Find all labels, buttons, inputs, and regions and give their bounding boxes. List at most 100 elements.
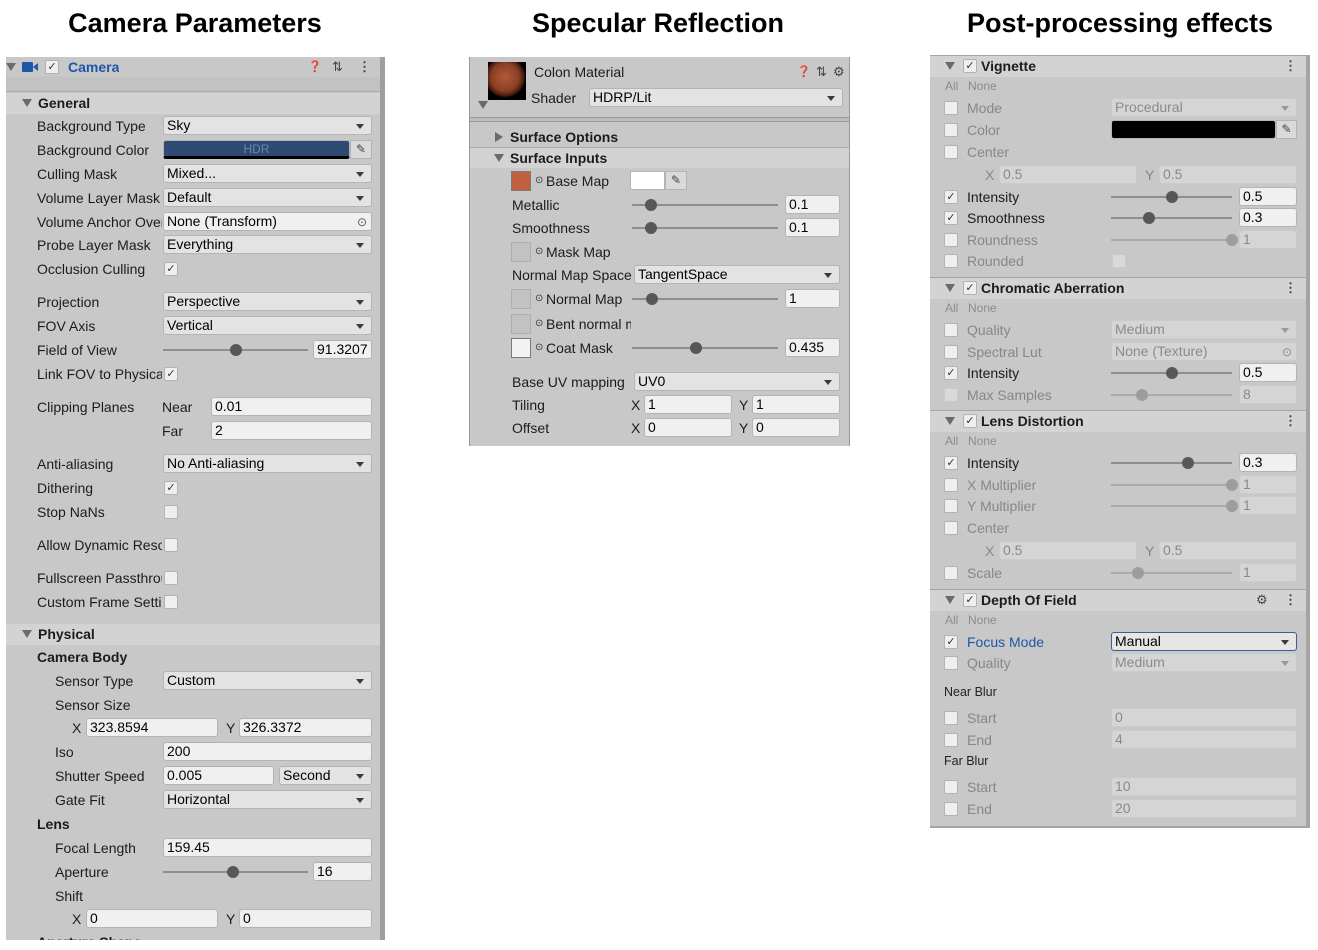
more-icon[interactable]: ⋮ [1284,59,1297,73]
effect-enabled-checkbox[interactable]: ✓ [963,593,977,607]
number-field[interactable]: 1 [1239,496,1297,515]
override-checkbox[interactable] [944,780,958,794]
override-checkbox[interactable] [944,499,958,513]
slider-thumb[interactable] [646,293,659,305]
number-field[interactable]: 0.5 [1239,363,1297,382]
color-field[interactable] [630,171,665,190]
number-field[interactable]: 8 [1239,385,1297,404]
number-field[interactable]: 0.01 [211,397,372,416]
slider-thumb[interactable] [1131,567,1144,579]
text-field[interactable]: 159.45 [163,838,372,857]
dropdown[interactable]: TangentSpace [634,265,840,284]
none-button[interactable]: None [968,299,997,317]
dropdown[interactable]: Medium [1111,653,1297,672]
more-icon[interactable]: ⋮ [1284,414,1297,428]
override-checkbox[interactable]: ✓ [944,211,958,225]
gear-icon[interactable]: ⚙ [833,65,845,79]
number-field[interactable]: 0.005 [163,766,274,785]
foldout-triangle-icon[interactable] [6,63,16,71]
override-checkbox[interactable] [944,101,958,115]
slider-thumb[interactable] [1136,389,1149,401]
component-enabled-checkbox[interactable]: ✓ [45,60,59,74]
number-field[interactable]: 10 [1111,777,1297,796]
foldout-triangle-icon[interactable] [22,630,32,638]
number-field[interactable]: 16 [313,862,372,881]
override-checkbox[interactable] [944,388,958,402]
slider-track[interactable] [1111,484,1232,486]
slider-track[interactable] [1111,572,1232,574]
foldout-triangle-icon[interactable] [945,417,955,425]
foldout-triangle-icon[interactable] [495,132,503,142]
texture-slot[interactable] [511,289,531,309]
override-checkbox[interactable] [944,233,958,247]
number-field[interactable]: 0.1 [785,195,840,214]
preset-icon[interactable]: ⇅ [816,65,827,79]
dropdown[interactable]: Mixed... [163,164,372,183]
y-field[interactable]: 1 [752,395,840,414]
override-checkbox[interactable] [944,254,958,268]
y-field[interactable]: 326.3372 [239,718,372,737]
texture-slot[interactable] [511,242,531,262]
scrollbar[interactable] [1306,55,1310,828]
number-field[interactable]: 2 [211,421,372,440]
number-field[interactable]: 0.3 [1239,453,1297,472]
foldout-triangle-icon[interactable] [945,596,955,604]
value-checkbox[interactable] [1112,254,1126,268]
y-field[interactable]: 0 [752,418,840,437]
checkbox[interactable] [164,538,178,552]
override-checkbox[interactable] [944,345,958,359]
texture-picker-icon[interactable]: ⊙ [535,175,543,187]
eyedropper-icon[interactable]: ✎ [665,171,687,190]
number-field[interactable]: 0 [1111,708,1297,727]
slider-thumb[interactable] [1182,457,1195,469]
effect-enabled-checkbox[interactable]: ✓ [963,59,977,73]
checkbox[interactable] [164,571,178,585]
number-field[interactable]: 20 [1111,799,1297,818]
override-checkbox[interactable] [944,802,958,816]
all-button[interactable]: All [945,299,958,317]
x-field[interactable]: 0 [644,418,732,437]
dropdown[interactable]: Default [163,188,372,207]
slider-track[interactable] [1111,217,1232,219]
scrollbar[interactable] [380,57,385,940]
none-button[interactable]: None [968,432,997,450]
y-field[interactable]: 0.5 [1159,541,1297,560]
foldout-triangle-icon[interactable] [494,154,504,162]
number-field[interactable]: 0.435 [785,338,840,357]
number-field[interactable]: 0.3 [1239,208,1297,227]
effect-enabled-checkbox[interactable]: ✓ [963,281,977,295]
override-checkbox[interactable]: ✓ [944,190,958,204]
preset-icon[interactable]: ⇅ [332,60,343,74]
override-checkbox[interactable]: ✓ [944,635,958,649]
slider-thumb[interactable] [1226,479,1238,491]
slider-thumb[interactable] [1142,212,1155,224]
all-button[interactable]: All [945,611,958,629]
more-icon[interactable]: ⋮ [1284,593,1297,607]
override-checkbox[interactable] [944,521,958,535]
texture-slot[interactable] [511,314,531,334]
number-field[interactable]: 0.1 [785,218,840,237]
override-checkbox[interactable] [944,123,958,137]
slider-thumb[interactable] [689,342,702,354]
slider-thumb[interactable] [644,199,657,211]
eyedropper-icon[interactable]: ✎ [350,140,372,159]
checkbox[interactable]: ✓ [164,481,178,495]
slider-thumb[interactable] [644,222,657,234]
help-icon[interactable]: ❓ [308,60,322,74]
override-checkbox[interactable] [944,711,958,725]
texture-picker-icon[interactable]: ⊙ [535,318,543,330]
x-field[interactable]: 0 [86,909,218,928]
texture-slot[interactable] [511,338,531,358]
object-picker-icon[interactable]: ⊙ [1282,344,1292,360]
dropdown[interactable]: Sky [163,116,372,135]
object-picker-icon[interactable]: ⊙ [357,214,367,230]
foldout-triangle-icon[interactable] [945,284,955,292]
override-checkbox[interactable]: ✓ [944,366,958,380]
foldout-triangle-icon[interactable] [478,101,488,109]
gear-icon[interactable]: ⚙ [1256,593,1268,607]
dropdown[interactable]: Vertical [163,316,372,335]
number-field[interactable]: 1 [1239,475,1297,494]
object-field[interactable]: None (Transform) ⊙ [163,212,372,231]
slider-track[interactable] [632,347,778,349]
override-checkbox[interactable]: ✓ [944,456,958,470]
